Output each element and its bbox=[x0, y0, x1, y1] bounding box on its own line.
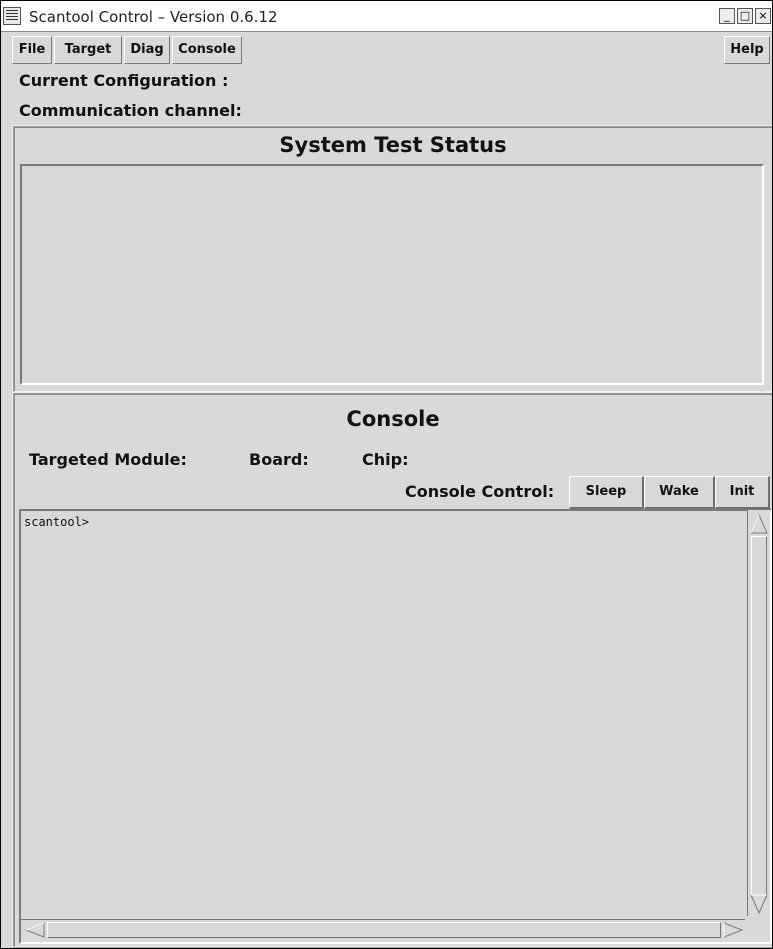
scroll-left-icon[interactable] bbox=[23, 920, 47, 940]
window-title: Scantool Control – Version 0.6.12 bbox=[29, 8, 278, 26]
title-bar: Scantool Control – Version 0.6.12 _ □ × bbox=[1, 1, 772, 32]
chip-label: Chip: bbox=[362, 450, 409, 469]
communication-channel-label: Communication channel: bbox=[19, 101, 242, 120]
console-output: scantool> bbox=[24, 515, 90, 529]
menu-diag[interactable]: Diag bbox=[124, 36, 170, 64]
console-vertical-scrollbar[interactable] bbox=[747, 510, 770, 916]
menu-file[interactable]: File bbox=[12, 36, 52, 64]
console-title: Console bbox=[346, 407, 440, 431]
console-horizontal-scrollbar[interactable] bbox=[21, 919, 745, 940]
system-test-output bbox=[20, 164, 764, 385]
scroll-down-icon[interactable] bbox=[748, 892, 770, 916]
system-test-panel: System Test Status bbox=[12, 125, 772, 393]
close-icon[interactable]: × bbox=[755, 8, 771, 24]
menu-bar: File Target Diag Console Help bbox=[1, 32, 772, 65]
menu-help[interactable]: Help bbox=[724, 36, 770, 64]
menu-console[interactable]: Console bbox=[172, 36, 242, 64]
window-menu-icon[interactable] bbox=[3, 7, 21, 25]
vertical-scroll-thumb[interactable] bbox=[751, 536, 767, 898]
sleep-button[interactable]: Sleep bbox=[569, 476, 644, 509]
targeted-module-label: Targeted Module: bbox=[29, 450, 187, 469]
main-window: Scantool Control – Version 0.6.12 _ □ × … bbox=[0, 0, 773, 949]
board-label: Board: bbox=[249, 450, 309, 469]
current-configuration-label: Current Configuration : bbox=[19, 71, 229, 90]
system-test-title: System Test Status bbox=[279, 133, 507, 157]
console-control-label: Console Control: bbox=[405, 482, 555, 501]
maximize-icon[interactable]: □ bbox=[737, 8, 753, 24]
wake-button[interactable]: Wake bbox=[644, 476, 715, 509]
init-button[interactable]: Init bbox=[715, 476, 770, 509]
menu-target[interactable]: Target bbox=[54, 36, 122, 64]
scroll-right-icon[interactable] bbox=[721, 920, 745, 940]
minimize-icon[interactable]: _ bbox=[719, 8, 735, 24]
console-text-area[interactable] bbox=[19, 509, 772, 944]
horizontal-scroll-thumb[interactable] bbox=[47, 922, 721, 938]
scroll-up-icon[interactable] bbox=[748, 512, 770, 536]
